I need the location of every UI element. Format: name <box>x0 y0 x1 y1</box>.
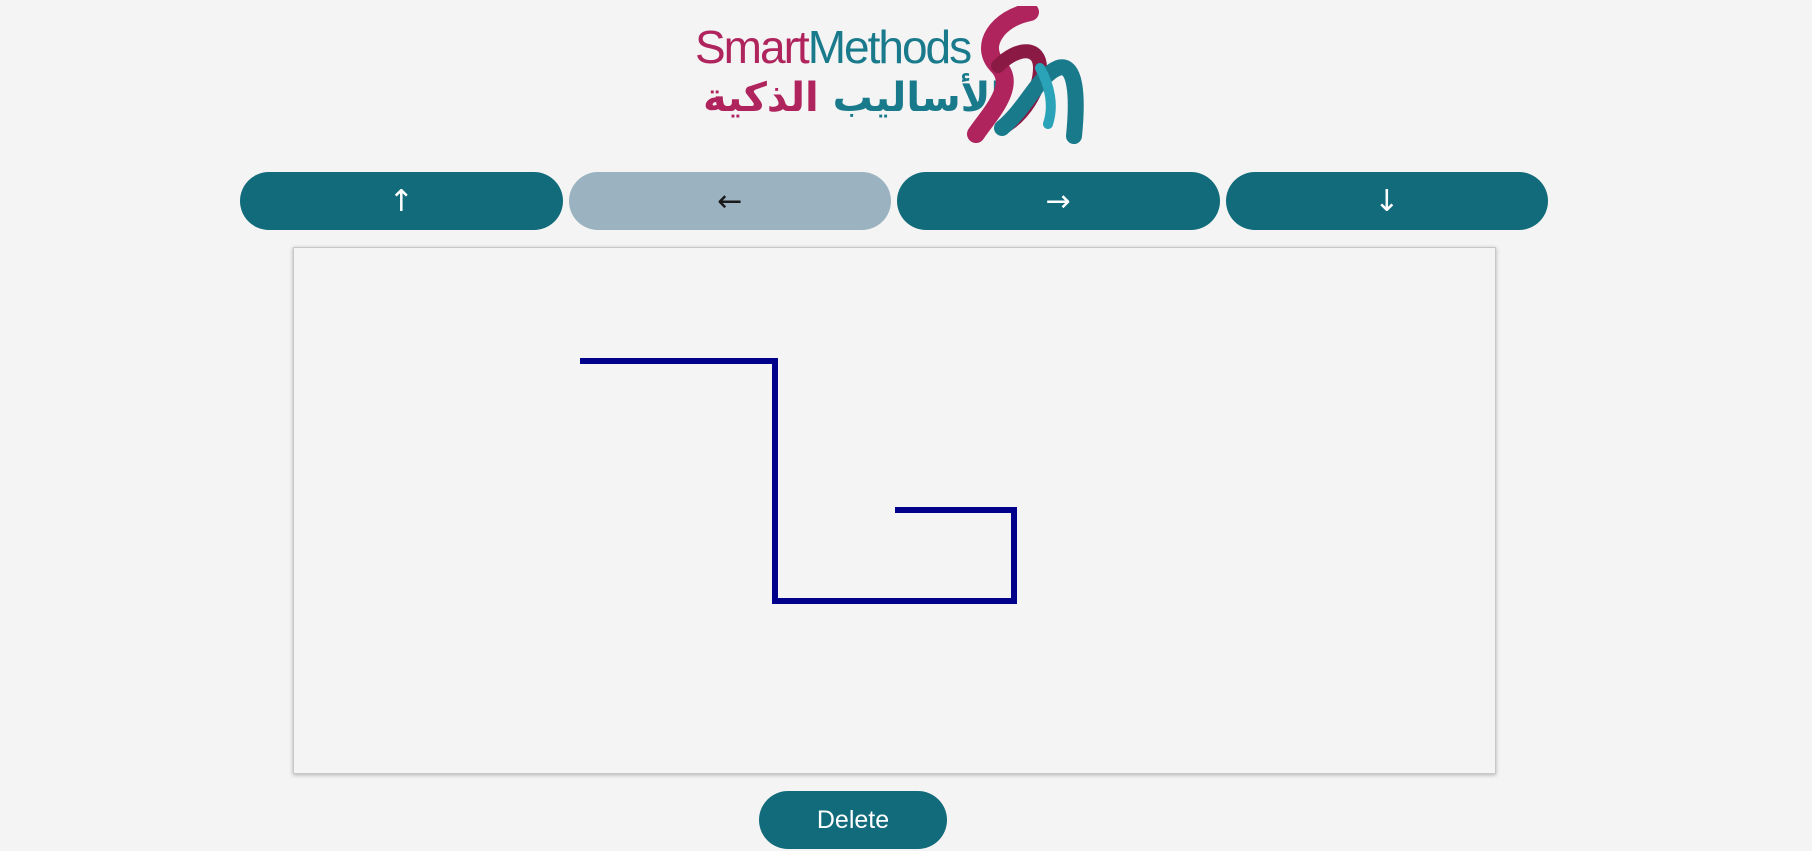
left-arrow-button[interactable]: ← <box>568 172 891 230</box>
down-arrow-button[interactable]: ↓ <box>1225 172 1548 230</box>
logo-ribbon-icon <box>967 6 1084 144</box>
right-arrow-button[interactable]: → <box>897 172 1220 230</box>
drawing-svg <box>580 358 1017 604</box>
logo-text-english: SmartMethods <box>695 21 972 73</box>
app-page: SmartMethods الأساليب الذكية ↑ ← → ↓ Del… <box>0 0 1812 851</box>
delete-button[interactable]: Delete <box>759 791 947 849</box>
smart-methods-logo: SmartMethods الأساليب الذكية <box>693 6 1093 146</box>
logo-word-smart: Smart <box>695 21 810 73</box>
logo-word-methods: Methods <box>807 21 972 73</box>
drawn-path <box>580 358 1017 604</box>
up-arrow-button[interactable]: ↑ <box>240 172 563 230</box>
drawing-canvas[interactable] <box>293 247 1496 774</box>
logo-word-arabic-2: الذكية <box>703 75 819 121</box>
direction-controls: ↑ ← → ↓ <box>240 172 1548 230</box>
